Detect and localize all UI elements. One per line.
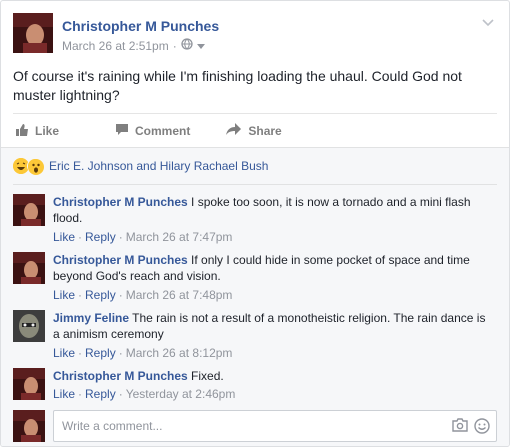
comment-author[interactable]: Christopher M Punches [53,369,188,383]
commenter-avatar[interactable] [13,368,45,400]
comment-like-link[interactable]: Like [53,387,75,401]
comment-reply-link[interactable]: Reply [85,387,116,401]
post-text: Of course it's raining while I'm finishi… [13,68,462,103]
comment-like-link[interactable]: Like [53,346,75,360]
dot-separator: · [118,346,123,360]
dot-separator: · [118,288,123,302]
privacy-dropdown-icon[interactable] [196,39,205,53]
comment-body: Christopher M Punches If only I could hi… [53,252,487,284]
share-arrow-icon [226,123,242,139]
comment-author[interactable]: Jimmy Feline [53,311,129,325]
comment-reply-link[interactable]: Reply [85,288,116,302]
comment-actions: Like · Reply · March 26 at 7:47pm [53,230,232,244]
comment-text: Fixed. [187,369,224,383]
comment-input[interactable]: Write a comment... [53,410,497,442]
thumbs-up-icon [15,123,29,140]
share-button[interactable]: Share [226,123,282,139]
post-meta: March 26 at 2:51pm · [62,38,205,53]
like-label: Like [35,124,60,138]
post-actions-bar: Like Comment Share [13,119,497,143]
post-timestamp[interactable]: March 26 at 2:51pm [62,39,169,53]
reactions-summary[interactable]: Eric E. Johnson and Hilary Rachael Bush [13,158,268,175]
dot-separator: · [118,230,123,244]
comment-bubble-icon [115,123,129,139]
comment-author[interactable]: Christopher M Punches [53,195,188,209]
dot-separator: · [78,288,83,302]
post-options-chevron-icon[interactable] [481,15,495,29]
comment-timestamp[interactable]: March 26 at 8:12pm [126,346,233,360]
reactions-divider [13,184,497,185]
comment-reply-link[interactable]: Reply [85,346,116,360]
post-header: Christopher M Punches March 26 at 2:51pm… [13,13,497,57]
comment-body: Christopher M Punches Fixed. [53,368,487,384]
comment-timestamp[interactable]: March 26 at 7:48pm [126,288,233,302]
reaction-names[interactable]: Eric E. Johnson and Hilary Rachael Bush [49,159,268,173]
author-avatar[interactable] [13,13,53,53]
like-button[interactable]: Like [15,123,59,140]
actions-divider [13,113,497,114]
comment-like-link[interactable]: Like [53,288,75,302]
composer-avatar [13,410,45,442]
comment-actions: Like · Reply · March 26 at 7:48pm [53,288,232,302]
comment-timestamp[interactable]: Yesterday at 2:46pm [126,387,236,401]
comment-body: Jimmy Feline The rain is not a result of… [53,310,487,342]
comment-label: Comment [135,124,191,138]
dot-separator: · [118,387,123,401]
comment-button[interactable]: Comment [115,123,190,139]
dot-separator: · [78,387,83,401]
comment-actions: Like · Reply · March 26 at 8:12pm [53,346,232,360]
comment-like-link[interactable]: Like [53,230,75,244]
post-card: Christopher M Punches March 26 at 2:51pm… [0,0,510,447]
share-label: Share [248,124,282,138]
comment-placeholder: Write a comment... [62,419,163,433]
comment-body: Christopher M Punches I spoke too soon, … [53,194,487,226]
comment-actions: Like · Reply · Yesterday at 2:46pm [53,387,235,401]
comment-reply-link[interactable]: Reply [85,230,116,244]
comment-timestamp[interactable]: March 26 at 7:47pm [126,230,233,244]
commenter-avatar[interactable] [13,194,45,226]
post-author-name[interactable]: Christopher M Punches [62,18,219,34]
meta-separator: · [172,38,177,53]
wow-icon [27,158,44,175]
dot-separator: · [78,346,83,360]
commenter-avatar[interactable] [13,252,45,284]
emoji-icon[interactable] [474,418,490,434]
comment-composer: Write a comment... [13,410,497,442]
comment-author[interactable]: Christopher M Punches [53,253,188,267]
commenter-avatar[interactable] [13,310,45,342]
feedback-section: Eric E. Johnson and Hilary Rachael Bush … [1,147,509,446]
camera-icon[interactable] [452,418,468,434]
dot-separator: · [78,230,83,244]
privacy-globe-icon[interactable] [181,38,193,53]
